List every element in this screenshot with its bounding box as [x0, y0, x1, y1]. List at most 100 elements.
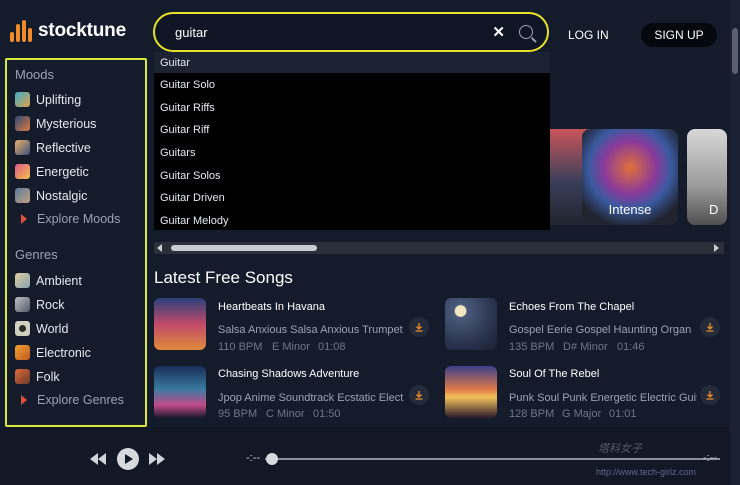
sidebar-item-label: Nostalgic	[36, 188, 88, 203]
song-title[interactable]: Heartbeats In Havana	[218, 301, 325, 313]
song-duration: 01:46	[617, 341, 645, 353]
total-time: -:--	[703, 452, 718, 464]
sidebar-item-mysterious[interactable]: Mysterious	[15, 116, 96, 131]
page-scrollbar-thumb[interactable]	[732, 28, 738, 74]
rock-icon	[15, 297, 30, 312]
sidebar-item-energetic[interactable]: Energetic	[15, 164, 89, 179]
sidebar-item-label: Reflective	[36, 140, 91, 155]
suggestion-item[interactable]: Guitar Riff	[160, 124, 209, 136]
watermark-url: http://www.tech-girlz.com	[596, 467, 697, 477]
sidebar-item-ambient[interactable]: Ambient	[15, 273, 82, 288]
song-artwork[interactable]	[154, 366, 206, 418]
song-tags[interactable]: Salsa Anxious Salsa Anxious Trumpet	[218, 324, 406, 336]
watermark-logo: 塔科女子	[598, 443, 642, 455]
mood-card-label: Intense	[608, 202, 652, 217]
mood-card-label: D	[709, 202, 719, 217]
reflective-icon	[15, 140, 30, 155]
clear-search-icon[interactable]: ✕	[492, 23, 505, 41]
sidebar-item-label: Energetic	[36, 164, 89, 179]
previous-track-icon[interactable]	[88, 452, 108, 466]
sidebar: Moods Uplifting Mysterious Reflective En…	[5, 58, 147, 427]
sidebar-item-label: Uplifting	[36, 92, 82, 107]
scroll-right-icon[interactable]	[714, 244, 719, 252]
play-icon	[125, 454, 133, 464]
song-title[interactable]: Chasing Shadows Adventure	[218, 368, 359, 380]
signup-button[interactable]: SIGN UP	[641, 23, 717, 47]
explore-genres-label: Explore Genres	[37, 393, 124, 407]
sidebar-item-reflective[interactable]: Reflective	[15, 140, 91, 155]
song-bpm: 110 BPM	[218, 341, 263, 353]
song-bpm: 128 BPM	[509, 408, 555, 420]
ambient-icon	[15, 273, 30, 288]
song-tags[interactable]: Jpop Anime Soundtrack Ecstatic Elect	[218, 392, 406, 404]
song-duration: 01:01	[609, 408, 637, 420]
mood-card-intense[interactable]: Intense	[582, 129, 678, 225]
sidebar-item-label: Mysterious	[36, 116, 97, 131]
next-track-icon[interactable]	[147, 452, 167, 466]
song-key: C Minor	[266, 408, 305, 420]
sidebar-item-uplifting[interactable]: Uplifting	[15, 92, 81, 107]
song-artwork[interactable]	[445, 366, 497, 418]
electronic-icon	[15, 345, 30, 360]
sidebar-item-electronic[interactable]: Electronic	[15, 345, 91, 360]
suggestion-highlight	[154, 52, 550, 73]
song-bpm: 95 BPM	[218, 408, 258, 420]
suggestion-item[interactable]: Guitar Melody	[160, 215, 228, 227]
play-button[interactable]	[117, 448, 139, 470]
search-input[interactable]: guitar	[175, 25, 492, 40]
suggestion-item[interactable]: Guitar	[160, 57, 190, 69]
suggestion-item[interactable]: Guitar Solos	[160, 170, 221, 182]
download-button[interactable]	[409, 385, 429, 405]
logo-icon	[10, 20, 32, 42]
explore-moods-link[interactable]: Explore Moods	[15, 212, 120, 226]
song-title[interactable]: Soul Of The Rebel	[509, 368, 599, 380]
section-title: Latest Free Songs	[154, 268, 293, 287]
song-key: D# Minor	[563, 341, 608, 353]
sidebar-item-folk[interactable]: Folk	[15, 369, 60, 384]
search-suggestions: Guitar Guitar Solo Guitar Riffs Guitar R…	[154, 52, 550, 230]
progress-bar[interactable]	[265, 458, 720, 460]
sidebar-item-label: Ambient	[36, 273, 82, 288]
song-artwork[interactable]	[154, 298, 206, 350]
mood-card-partial[interactable]: D	[687, 129, 727, 225]
explore-genres-link[interactable]: Explore Genres	[15, 393, 124, 407]
song-duration: 01:08	[318, 341, 346, 353]
mysterious-icon	[15, 116, 30, 131]
search-bar[interactable]: guitar ✕	[153, 12, 549, 52]
suggestion-item[interactable]: Guitar Solo	[160, 79, 215, 91]
song-title[interactable]: Echoes From The Chapel	[509, 301, 634, 313]
song-key: E Minor	[272, 341, 310, 353]
suggestion-item[interactable]: Guitars	[160, 147, 195, 159]
brand-name: stocktune	[38, 20, 126, 41]
download-button[interactable]	[409, 317, 429, 337]
suggestion-item[interactable]: Guitar Driven	[160, 192, 225, 204]
song-tags[interactable]: Gospel Eerie Gospel Haunting Organ	[509, 324, 691, 336]
download-icon	[415, 391, 423, 400]
brand-logo[interactable]: stocktune	[10, 20, 126, 42]
search-icon[interactable]	[519, 25, 533, 39]
sidebar-item-label: World	[36, 321, 69, 336]
download-icon	[415, 323, 423, 332]
song-tags[interactable]: Punk Soul Punk Energetic Electric Guit	[509, 392, 697, 404]
download-button[interactable]	[700, 317, 720, 337]
download-icon	[706, 391, 714, 400]
elapsed-time: -:--	[246, 452, 261, 464]
carousel-scrollbar-thumb[interactable]	[171, 245, 317, 251]
caret-right-icon	[21, 395, 27, 405]
song-key: G Major	[562, 408, 602, 420]
genres-heading: Genres	[15, 247, 58, 262]
progress-knob[interactable]	[266, 453, 278, 465]
song-bpm: 135 BPM	[509, 341, 555, 353]
sidebar-item-label: Folk	[36, 369, 60, 384]
nostalgic-icon	[15, 188, 30, 203]
login-link[interactable]: LOG IN	[568, 28, 609, 42]
sidebar-item-nostalgic[interactable]: Nostalgic	[15, 188, 87, 203]
download-button[interactable]	[700, 385, 720, 405]
sidebar-item-rock[interactable]: Rock	[15, 297, 64, 312]
world-icon	[15, 321, 30, 336]
song-artwork[interactable]	[445, 298, 497, 350]
scroll-left-icon[interactable]	[157, 244, 162, 252]
explore-moods-label: Explore Moods	[37, 212, 121, 226]
suggestion-item[interactable]: Guitar Riffs	[160, 102, 215, 114]
sidebar-item-world[interactable]: World	[15, 321, 68, 336]
